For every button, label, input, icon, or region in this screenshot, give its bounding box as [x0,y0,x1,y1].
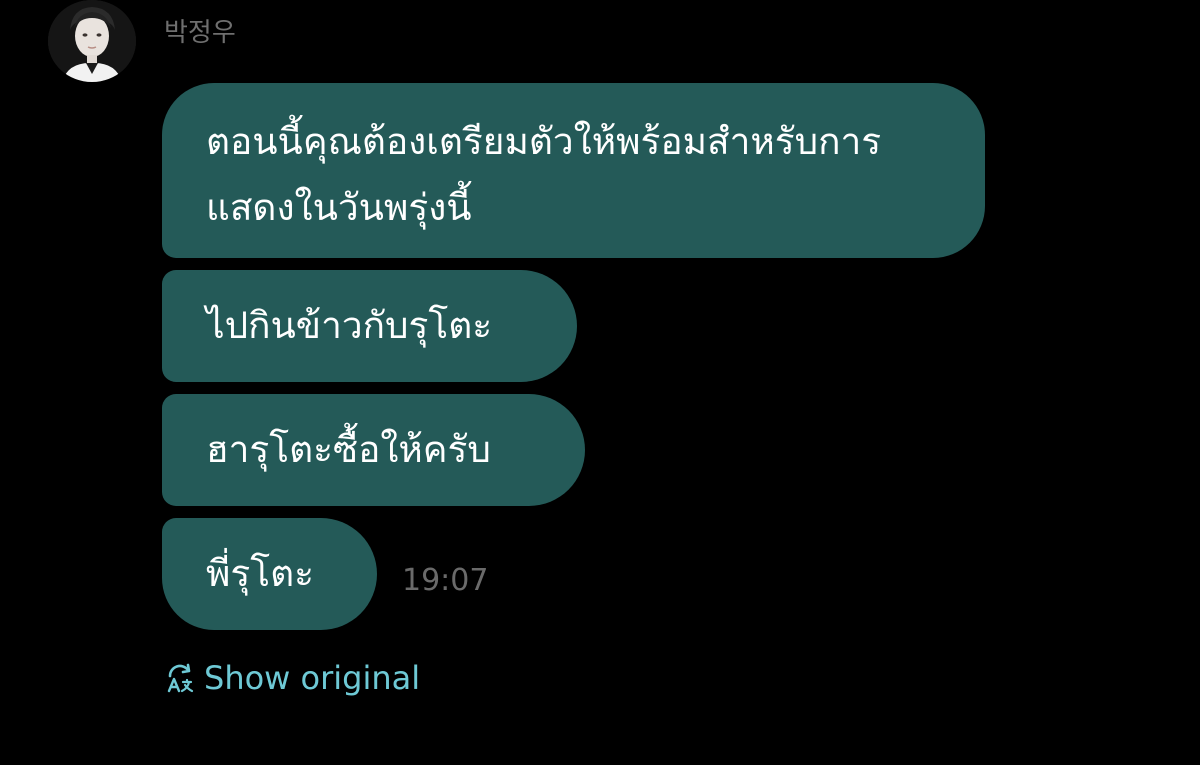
translate-icon [164,662,196,694]
show-original-label: Show original [204,659,421,697]
avatar-image [48,0,136,82]
message-bubble[interactable]: ไปกินข้าวกับรุโตะ [162,270,577,382]
message-bubble[interactable]: พี่รุโตะ [162,518,377,630]
message-bubble[interactable]: ตอนนี้คุณต้องเตรียมตัวให้พร้อมสำหรับการแ… [162,83,985,258]
message-timestamp: 19:07 [402,563,489,598]
message-text: ไปกินข้าวกับรุโตะ [206,304,493,347]
show-original-button[interactable]: Show original [164,657,420,699]
message-text: พี่รุโตะ [206,552,315,595]
message-text: ตอนนี้คุณต้องเตรียมตัวให้พร้อมสำหรับการแ… [206,119,882,229]
avatar[interactable] [48,0,136,82]
sender-name: 박정우 [164,18,236,48]
message-text: ฮารุโตะซื้อให้ครับ [206,428,491,471]
message-bubble[interactable]: ฮารุโตะซื้อให้ครับ [162,394,585,506]
